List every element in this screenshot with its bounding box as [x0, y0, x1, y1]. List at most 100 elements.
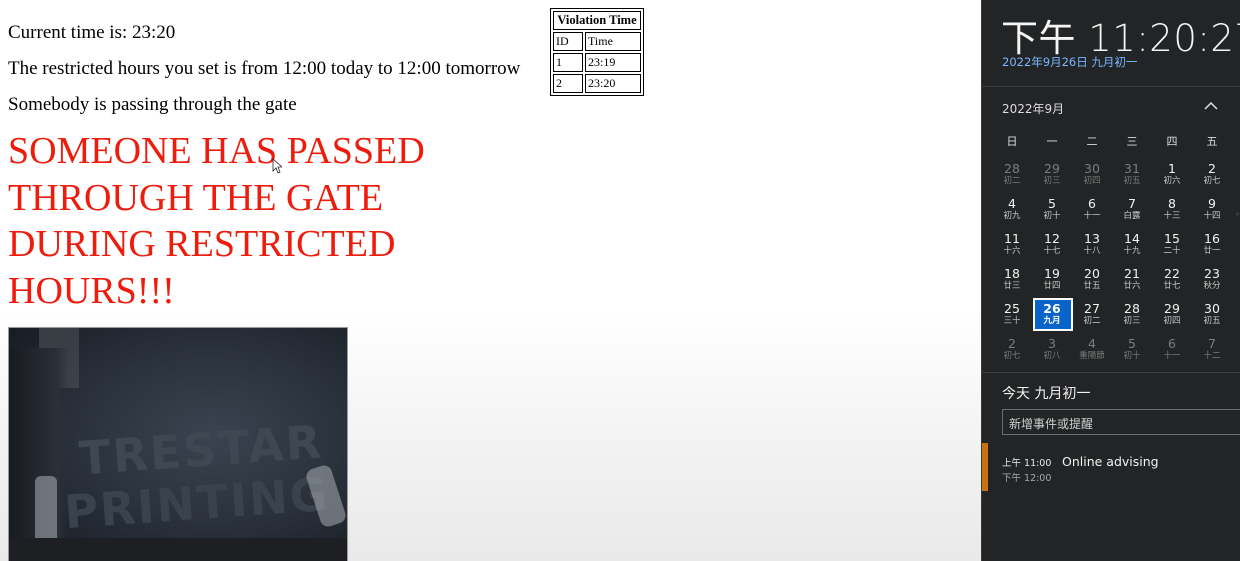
- calendar-day[interactable]: 13 十八: [1072, 228, 1112, 263]
- calendar-day[interactable]: 20 廿五: [1072, 263, 1112, 298]
- day-number: 11: [1004, 231, 1020, 246]
- calendar-day[interactable]: 11 十六: [992, 228, 1032, 263]
- weekday-label: 二: [1086, 135, 1098, 148]
- table-row: 1 23:19: [553, 53, 641, 72]
- calendar-day[interactable]: 22 廿七: [1152, 263, 1192, 298]
- lunar-date: 初七: [1003, 351, 1021, 361]
- calendar-day[interactable]: 27 初二: [1072, 298, 1112, 333]
- today-label: 今天 九月初一: [1002, 386, 1091, 402]
- day-number: 28: [1004, 161, 1020, 176]
- event-title[interactable]: Online advising: [1062, 454, 1159, 469]
- calendar-day[interactable]: 30 初五: [1192, 298, 1232, 333]
- day-number: 22: [1164, 266, 1180, 281]
- calendar-day[interactable]: 28 初二: [992, 158, 1032, 193]
- calendar-day[interactable]: 28 初三: [1112, 298, 1152, 333]
- calendar-day[interactable]: 21 廿六: [1112, 263, 1152, 298]
- mouse-cursor-icon: [272, 158, 282, 174]
- day-number: 16: [1204, 231, 1220, 246]
- day-number: 14: [1124, 231, 1140, 246]
- flyout-date-link[interactable]: 2022年9月26日 九月初一: [1002, 54, 1137, 70]
- column-header-time: Time: [585, 32, 641, 51]
- alert-line-1: SOMEONE HAS PASSED: [8, 130, 425, 172]
- calendar-day[interactable]: 29 初四: [1152, 298, 1192, 333]
- lunar-date: 十一: [1083, 211, 1101, 221]
- calendar-week-row: 18 廿三 19 廿四 20 廿五 21 廿六 22 廿七 23 秋分: [992, 263, 1232, 298]
- camera-highlight: [35, 476, 57, 546]
- lunar-date: 十七: [1043, 246, 1061, 256]
- event-color-bar: [982, 443, 988, 491]
- day-number: 7: [1208, 336, 1216, 351]
- lunar-date: 初十: [1123, 351, 1141, 361]
- calendar-day[interactable]: 3 初八: [1032, 333, 1072, 368]
- lunar-date: 十六: [1003, 246, 1021, 256]
- calendar-day[interactable]: 29 初三: [1032, 158, 1072, 193]
- lunar-date: 初五: [1123, 176, 1141, 186]
- calendar-day[interactable]: 18 廿三: [992, 263, 1032, 298]
- weekday-label: 四: [1166, 135, 1178, 148]
- calendar-day[interactable]: 7 白露: [1112, 193, 1152, 228]
- lunar-date: 廿五: [1083, 281, 1101, 291]
- overflow-indicator: ◦: [1235, 210, 1240, 219]
- divider: [982, 86, 1240, 87]
- calendar-day[interactable]: 25 三十: [992, 298, 1032, 333]
- lunar-date: 初六: [1163, 176, 1181, 186]
- month-label[interactable]: 2022年9月: [1002, 100, 1064, 117]
- lunar-date: 十四: [1203, 211, 1221, 221]
- calendar-day[interactable]: 4 重陽節: [1072, 333, 1112, 368]
- calendar-day[interactable]: 9 十四: [1192, 193, 1232, 228]
- calendar-day[interactable]: 8 十三: [1152, 193, 1192, 228]
- gate-status-text: Somebody is passing through the gate: [8, 94, 297, 115]
- weekday-label: 一: [1046, 135, 1058, 148]
- lunar-date: 十二: [1203, 351, 1221, 361]
- day-number: 4: [1088, 336, 1096, 351]
- lunar-date: 白露: [1123, 211, 1141, 221]
- calendar-day[interactable]: 23 秋分: [1192, 263, 1232, 298]
- calendar-day[interactable]: 5 初十: [1032, 193, 1072, 228]
- day-number: 21: [1124, 266, 1140, 281]
- divider: [982, 372, 1240, 373]
- weekday-label: 三: [1126, 135, 1138, 148]
- lunar-date: 十八: [1083, 246, 1101, 256]
- web-page: Current time is: 23:20 The restricted ho…: [0, 0, 981, 561]
- lunar-date: 初四: [1083, 176, 1101, 186]
- lunar-date: 初九: [1003, 211, 1021, 221]
- lunar-date: 廿七: [1163, 281, 1181, 291]
- calendar-day[interactable]: 7 十二: [1192, 333, 1232, 368]
- violation-time-table: Violation Time ID Time 1 23:19 2 23:20: [550, 8, 644, 96]
- calendar-week-row: 25 三十 26 九月 27 初二 28 初三 29 初四 30 初五: [992, 298, 1232, 333]
- day-number: 15: [1164, 231, 1180, 246]
- calendar-day[interactable]: 14 十九: [1112, 228, 1152, 263]
- calendar-week-row: 28 初二 29 初三 30 初四 31 初五 1 初六 2 初七: [992, 158, 1232, 193]
- calendar-day[interactable]: 6 十一: [1152, 333, 1192, 368]
- calendar-day[interactable]: 6 十一: [1072, 193, 1112, 228]
- chevron-up-icon[interactable]: [1200, 96, 1222, 116]
- lunar-date: 三十: [1003, 316, 1021, 326]
- lunar-date: 廿一: [1203, 246, 1221, 256]
- calendar-day[interactable]: 12 十七: [1032, 228, 1072, 263]
- lunar-date: 秋分: [1203, 281, 1221, 291]
- cell-time: 23:19: [585, 53, 641, 72]
- lunar-date: 九月: [1043, 316, 1061, 326]
- calendar-day[interactable]: 30 初四: [1072, 158, 1112, 193]
- calendar-day-today[interactable]: 26 九月: [1032, 298, 1073, 333]
- calendar-day[interactable]: 2 初七: [1192, 158, 1232, 193]
- calendar-day[interactable]: 2 初七: [992, 333, 1032, 368]
- day-number: 31: [1124, 161, 1140, 176]
- calendar-day[interactable]: 16 廿一: [1192, 228, 1232, 263]
- day-number: 5: [1128, 336, 1136, 351]
- calendar-day[interactable]: 1 初六: [1152, 158, 1192, 193]
- day-number: 8: [1168, 196, 1176, 211]
- add-event-input[interactable]: 新增事件或提醒: [1002, 409, 1240, 435]
- lunar-date: 二十: [1163, 246, 1181, 256]
- calendar-day[interactable]: 15 二十: [1152, 228, 1192, 263]
- calendar-day[interactable]: 5 初十: [1112, 333, 1152, 368]
- camera-snapshot-image: TRESTAR PRINTING: [8, 327, 348, 561]
- lunar-date: 廿六: [1123, 281, 1141, 291]
- day-number: 4: [1008, 196, 1016, 211]
- calendar-day[interactable]: 4 初九: [992, 193, 1032, 228]
- calendar-day[interactable]: 19 廿四: [1032, 263, 1072, 298]
- weekday-label: 五: [1206, 135, 1218, 148]
- day-number: 3: [1048, 336, 1056, 351]
- calendar-day[interactable]: 31 初五: [1112, 158, 1152, 193]
- calendar-week-row: 2 初七 3 初八 4 重陽節 5 初十 6 十一 7 十二: [992, 333, 1232, 368]
